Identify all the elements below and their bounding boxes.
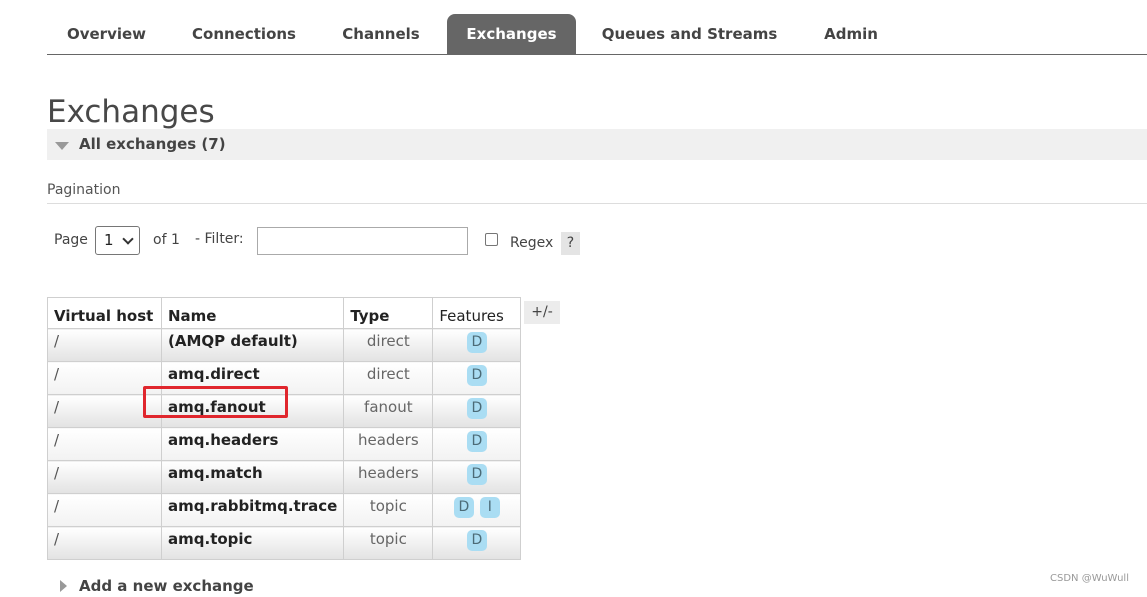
cell-vhost: / <box>47 328 162 362</box>
table-row: / amq.match headers D <box>47 460 522 494</box>
column-header-features[interactable]: Features <box>432 297 522 329</box>
table-row: / amq.topic topic D <box>47 526 522 560</box>
cell-features: D <box>432 460 522 494</box>
all-exchanges-section-toggle[interactable]: All exchanges (7) <box>47 129 1147 160</box>
filter-label: - Filter: <box>195 231 244 247</box>
cell-type: headers <box>343 427 434 461</box>
tab-admin[interactable]: Admin <box>811 14 891 54</box>
table-row: / (AMQP default) direct D <box>47 328 522 362</box>
durable-badge: D <box>466 365 487 386</box>
exchange-link-amq-match[interactable]: amq.match <box>160 460 345 494</box>
durable-badge: D <box>466 431 487 452</box>
tab-channels[interactable]: Channels <box>326 14 436 54</box>
chevron-down-icon <box>122 233 134 245</box>
filter-input[interactable] <box>257 227 468 255</box>
exchanges-table: Virtual host Name Type Features / (AMQP … <box>47 297 522 560</box>
table-row: / amq.headers headers D <box>47 427 522 461</box>
durable-badge: D <box>466 530 487 551</box>
exchange-link-amq-headers[interactable]: amq.headers <box>160 427 345 461</box>
main-nav: Overview Connections Channels Exchanges … <box>47 14 1147 55</box>
cell-type: headers <box>343 460 434 494</box>
durable-badge: D <box>466 464 487 485</box>
cell-features: DI <box>432 493 522 527</box>
page-select-value: 1 <box>104 231 114 249</box>
cell-features: D <box>432 361 522 395</box>
tab-overview[interactable]: Overview <box>47 14 166 54</box>
triangle-down-icon <box>55 142 69 150</box>
cell-vhost: / <box>47 460 162 494</box>
cell-features: D <box>432 328 522 362</box>
cell-type: direct <box>343 328 434 362</box>
durable-badge: D <box>466 398 487 419</box>
cell-type: topic <box>343 526 434 560</box>
tab-exchanges[interactable]: Exchanges <box>447 14 576 54</box>
column-header-type[interactable]: Type <box>343 297 434 329</box>
page-count-label: of 1 <box>153 232 180 248</box>
page-label: Page <box>54 232 88 248</box>
table-header-row: Virtual host Name Type Features <box>47 297 522 329</box>
pagination-heading: Pagination <box>47 182 121 198</box>
column-header-name[interactable]: Name <box>160 297 345 329</box>
cell-type: topic <box>343 493 434 527</box>
regex-label: Regex <box>510 235 554 251</box>
watermark: CSDN @WuWull <box>1050 573 1129 584</box>
cell-features: D <box>432 427 522 461</box>
all-exchanges-label: All exchanges (7) <box>79 135 226 153</box>
exchange-link-amqp-default[interactable]: (AMQP default) <box>160 328 345 362</box>
cell-vhost: / <box>47 493 162 527</box>
regex-checkbox[interactable] <box>485 233 498 246</box>
exchange-link-amq-rabbitmq-trace[interactable]: amq.rabbitmq.trace <box>160 493 345 527</box>
highlight-annotation <box>143 386 288 418</box>
table-row: / amq.rabbitmq.trace topic DI <box>47 493 522 527</box>
tab-connections[interactable]: Connections <box>174 14 314 54</box>
triangle-right-icon <box>60 580 67 592</box>
pagination-divider <box>47 203 1147 204</box>
durable-badge: D <box>466 332 487 353</box>
cell-features: D <box>432 394 522 428</box>
cell-type: direct <box>343 361 434 395</box>
column-toggle-button[interactable]: +/- <box>524 301 560 324</box>
durable-badge: D <box>453 497 474 518</box>
add-exchange-label: Add a new exchange <box>79 577 254 595</box>
cell-features: D <box>432 526 522 560</box>
regex-help-button[interactable]: ? <box>561 232 580 255</box>
exchange-link-amq-topic[interactable]: amq.topic <box>160 526 345 560</box>
cell-vhost: / <box>47 526 162 560</box>
cell-type: fanout <box>343 394 434 428</box>
page-select[interactable]: 1 <box>95 226 140 255</box>
column-header-virtual-host[interactable]: Virtual host <box>47 297 162 329</box>
page-title: Exchanges <box>47 94 215 130</box>
tab-queues-and-streams[interactable]: Queues and Streams <box>587 14 792 54</box>
cell-vhost: / <box>47 427 162 461</box>
internal-badge: I <box>479 497 500 518</box>
